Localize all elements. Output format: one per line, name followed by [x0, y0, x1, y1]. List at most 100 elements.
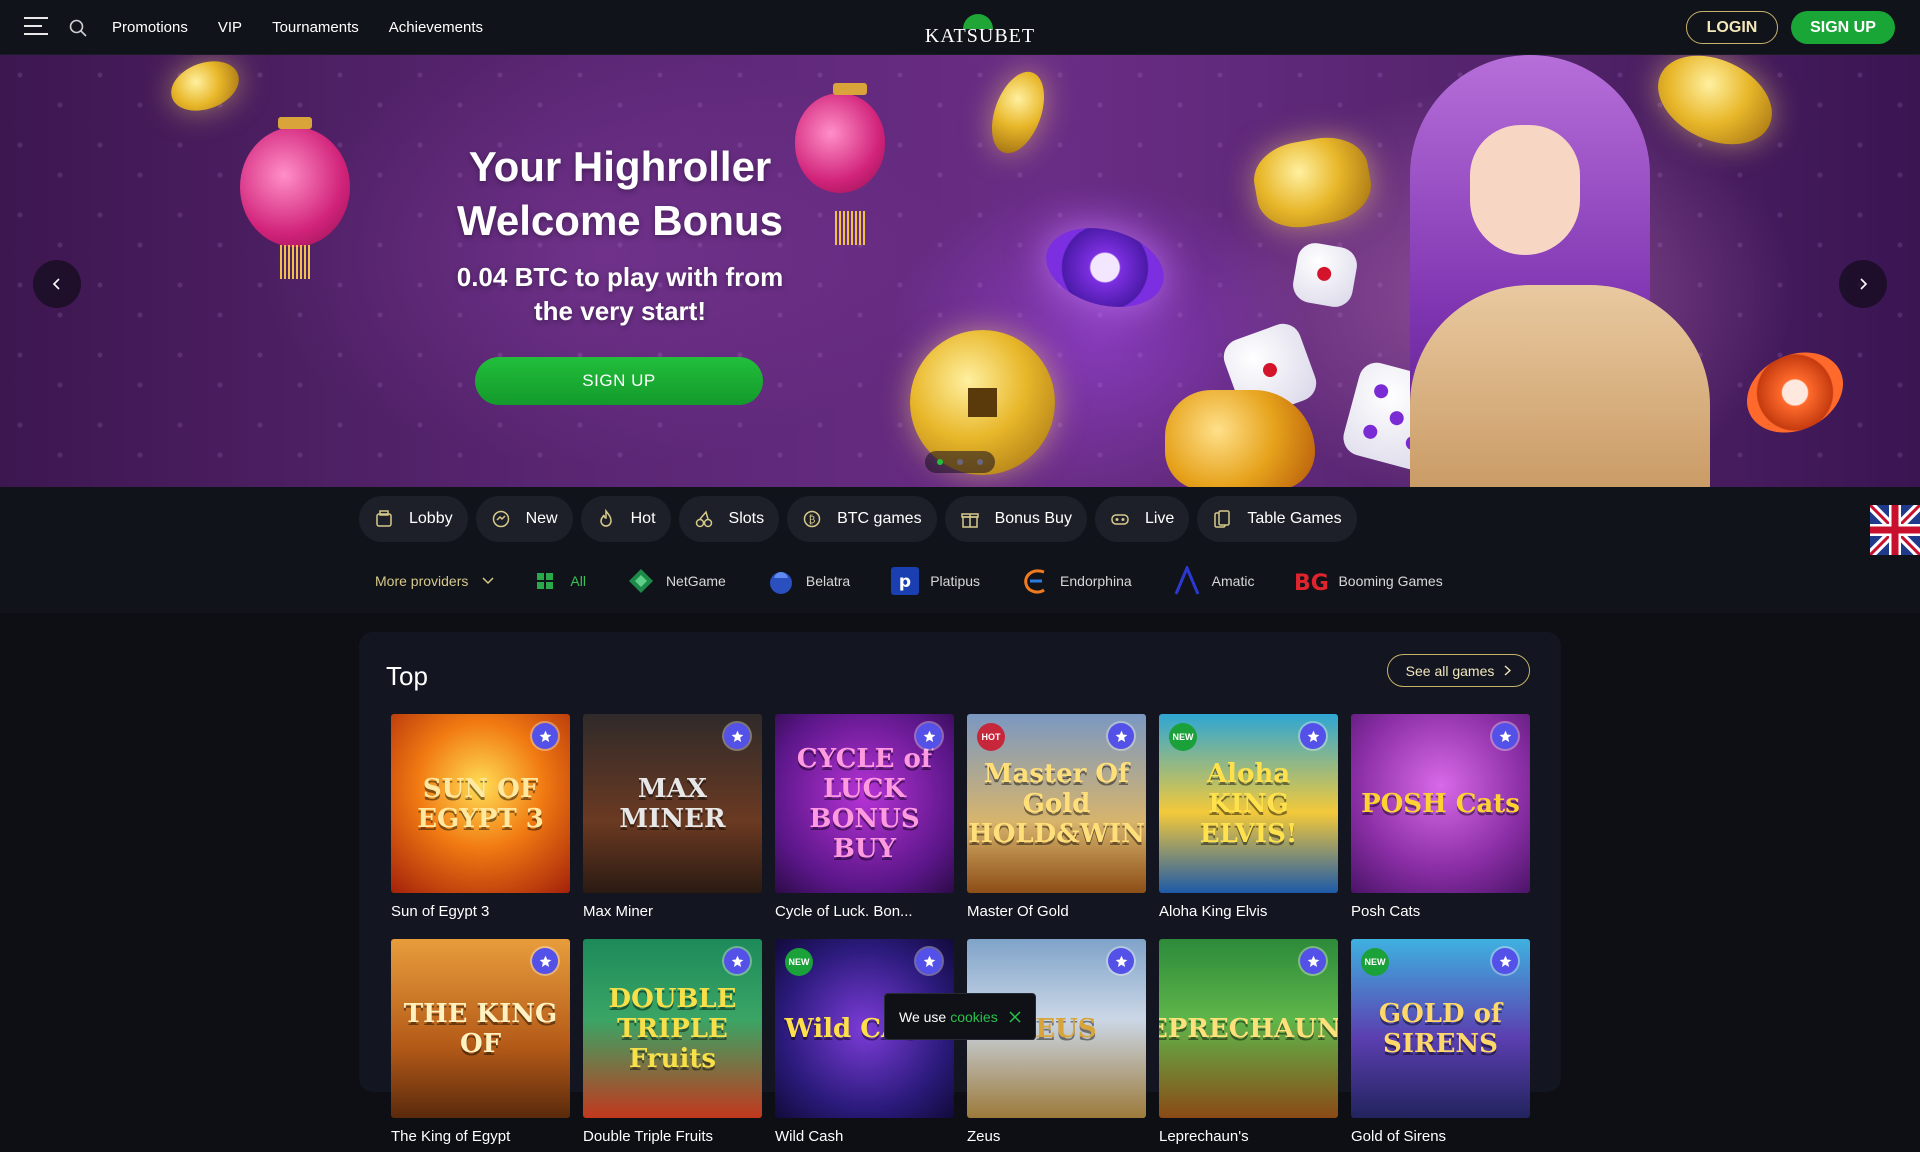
favorite-star-icon[interactable] [1492, 723, 1518, 749]
cookies-link[interactable]: cookies [950, 1009, 997, 1025]
slide-dot[interactable] [937, 459, 943, 465]
language-flag-icon[interactable] [1866, 501, 1920, 559]
game-card[interactable]: Master Of Gold HOLD&WIN HOT Master Of Gold [967, 714, 1146, 927]
game-art-title: Master Of Gold HOLD&WIN [968, 758, 1145, 849]
favorite-star-icon[interactable] [1300, 948, 1326, 974]
favorite-star-icon[interactable] [1108, 948, 1134, 974]
favorite-star-icon[interactable] [532, 948, 558, 974]
lobby-icon [373, 508, 395, 530]
category-btc-games[interactable]: ₿ BTC games [787, 496, 937, 542]
signup-button[interactable]: SIGN UP [1791, 11, 1895, 44]
cherry-icon [693, 508, 715, 530]
game-thumbnail[interactable]: MAX MINER [583, 714, 762, 893]
game-thumbnail[interactable]: Aloha KING ELVIS! NEW [1159, 714, 1338, 893]
menu-icon[interactable] [24, 17, 48, 37]
more-providers-dropdown[interactable]: More providers [375, 573, 494, 589]
provider-netgame[interactable]: NetGame [626, 566, 726, 596]
hero-signup-button[interactable]: SIGN UP [475, 357, 763, 405]
game-title: Gold of Sirens [1351, 1128, 1447, 1145]
game-card[interactable]: GOLD of SIRENS NEW Gold of Sirens [1351, 939, 1530, 1152]
favorite-star-icon[interactable] [916, 948, 942, 974]
site-logo[interactable]: KATSUBET [910, 12, 1050, 47]
game-card[interactable]: LEPRECHAUN'S Leprechaun's [1159, 939, 1338, 1152]
game-art-title: DOUBLE TRIPLE Fruits [608, 983, 737, 1074]
game-card[interactable]: MAX MINER Max Miner [583, 714, 762, 927]
game-thumbnail[interactable]: GOLD of SIRENS NEW [1351, 939, 1530, 1118]
new-icon [490, 508, 512, 530]
new-badge: NEW [785, 948, 813, 976]
game-thumbnail[interactable]: POSH Cats [1351, 714, 1530, 893]
favorite-star-icon[interactable] [1492, 948, 1518, 974]
section-title: Top [386, 661, 428, 691]
game-art-title: LEPRECHAUN'S [1159, 1013, 1338, 1044]
game-title: Posh Cats [1351, 903, 1421, 920]
search-icon[interactable] [68, 18, 88, 38]
nav-achievements[interactable]: Achievements [389, 19, 483, 36]
game-thumbnail[interactable]: CYCLE of LUCK BONUS BUY [775, 714, 954, 893]
chevron-right-icon [1504, 665, 1512, 676]
category-live[interactable]: Live [1094, 496, 1190, 542]
favorite-star-icon[interactable] [1108, 723, 1134, 749]
game-thumbnail[interactable]: Master Of Gold HOLD&WIN HOT [967, 714, 1146, 893]
game-card[interactable]: Aloha KING ELVIS! NEW Aloha King Elvis [1159, 714, 1338, 927]
game-art-title: MAX MINER [619, 773, 726, 834]
favorite-star-icon[interactable] [532, 723, 558, 749]
game-title: Master Of Gold [967, 903, 1069, 920]
game-thumbnail[interactable]: LEPRECHAUN'S [1159, 939, 1338, 1118]
game-thumbnail[interactable]: THE KING OF [391, 939, 570, 1118]
category-new[interactable]: New [475, 496, 573, 542]
game-title: Double Triple Fruits [583, 1128, 714, 1145]
category-table-games[interactable]: Table Games [1197, 496, 1357, 542]
game-card[interactable]: Wild CASH NEW Wild Cash [775, 939, 954, 1152]
category-lobby[interactable]: Lobby [359, 496, 468, 542]
see-all-games-button[interactable]: See all games [1387, 654, 1530, 687]
category-slots[interactable]: Slots [678, 496, 780, 542]
hero-banner[interactable]: Your Highroller Welcome Bonus 0.04 BTC t… [0, 55, 1920, 487]
svg-text:BG: BG [1294, 571, 1328, 593]
game-card[interactable]: DOUBLE TRIPLE Fruits Double Triple Fruits [583, 939, 762, 1152]
bitcoin-icon: ₿ [801, 508, 823, 530]
game-card[interactable]: THE KING OF The King of Egypt [391, 939, 570, 1152]
svg-text:₿: ₿ [809, 514, 816, 526]
game-card[interactable]: SUN OF EGYPT 3 Sun of Egypt 3 [391, 714, 570, 927]
nav-tournaments[interactable]: Tournaments [272, 19, 359, 36]
game-card[interactable]: CYCLE of LUCK BONUS BUY Cycle of Luck. Bo… [775, 714, 954, 927]
category-hot[interactable]: Hot [580, 496, 671, 542]
slide-dot[interactable] [977, 459, 983, 465]
game-grid: SUN OF EGYPT 3 Sun of Egypt 3 MAX MINER Max… [391, 714, 1530, 1152]
favorite-star-icon[interactable] [724, 948, 750, 974]
category-bonus-buy[interactable]: Bonus Buy [944, 496, 1087, 542]
login-button[interactable]: LOGIN [1686, 11, 1778, 44]
belatra-logo-icon [766, 566, 796, 596]
nav-promotions[interactable]: Promotions [112, 19, 188, 36]
game-thumbnail[interactable]: DOUBLE TRIPLE Fruits [583, 939, 762, 1118]
provider-all[interactable]: All [530, 566, 586, 596]
favorite-star-icon[interactable] [1300, 723, 1326, 749]
provider-platipus[interactable]: p Platipus [890, 566, 980, 596]
game-thumbnail[interactable]: SUN OF EGYPT 3 [391, 714, 570, 893]
game-title: Cycle of Luck. Bon... [775, 903, 913, 920]
game-card[interactable]: POSH Cats Posh Cats [1351, 714, 1530, 927]
close-icon[interactable] [1009, 1010, 1021, 1023]
chevron-down-icon [482, 577, 494, 585]
game-art-title: Aloha KING ELVIS! [1199, 758, 1298, 849]
game-card[interactable]: ZEUS Zeus [967, 939, 1146, 1152]
cookie-notice: We use cookies [884, 993, 1036, 1040]
nav-vip[interactable]: VIP [218, 19, 242, 36]
endorphina-logo-icon [1020, 566, 1050, 596]
cards-icon [1211, 508, 1233, 530]
provider-belatra[interactable]: Belatra [766, 566, 850, 596]
favorite-star-icon[interactable] [916, 723, 942, 749]
prev-slide-button[interactable] [33, 260, 81, 308]
provider-endorphina[interactable]: Endorphina [1020, 566, 1132, 596]
top-header: Promotions VIP Tournaments Achievements … [0, 0, 1920, 55]
hero-title: Your Highroller Welcome Bonus [457, 143, 783, 244]
next-slide-button[interactable] [1839, 260, 1887, 308]
provider-booming-games[interactable]: BG Booming Games [1294, 566, 1442, 596]
favorite-star-icon[interactable] [724, 723, 750, 749]
provider-amatic[interactable]: Amatic [1172, 566, 1254, 596]
slide-dot[interactable] [957, 459, 963, 465]
game-art-title: THE KING OF [403, 998, 558, 1059]
game-art-title: CYCLE of LUCK BONUS BUY [796, 743, 933, 864]
svg-text:p: p [899, 572, 911, 592]
